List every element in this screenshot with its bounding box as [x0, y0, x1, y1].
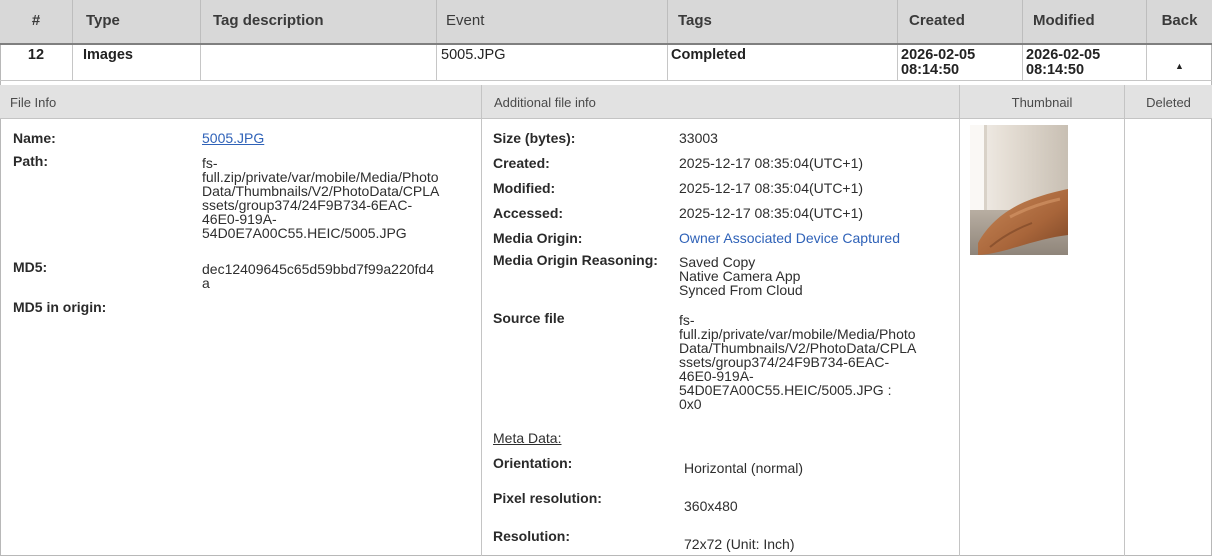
source-line: 46E0-919A- — [679, 368, 754, 384]
resolution-label: Resolution: — [493, 528, 570, 544]
meta-data-heading: Meta Data: — [493, 430, 562, 446]
md5-value: dec12409645c65d59bbd7f99a220fd4 a — [202, 262, 472, 290]
md5-line: a — [202, 275, 210, 291]
source-line: fs- — [679, 312, 695, 328]
created-label: Created: — [493, 155, 550, 171]
cell-tag-description — [201, 45, 437, 80]
col-header-modified[interactable]: Modified — [1023, 0, 1147, 44]
reasoning-line: Native Camera App — [679, 268, 801, 284]
media-origin-label: Media Origin: — [493, 230, 583, 246]
path-value: fs- full.zip/private/var/mobile/Media/Ph… — [202, 156, 472, 240]
col-header-created[interactable]: Created — [898, 0, 1023, 44]
col-header-type[interactable]: Type — [73, 0, 201, 44]
cell-modified-date: 2026-02-05 — [1026, 47, 1101, 63]
media-origin-value: Owner Associated Device Captured — [679, 230, 900, 246]
cell-tags: Completed — [668, 45, 898, 80]
source-line: full.zip/private/var/mobile/Media/Photo — [679, 326, 916, 342]
modified-label: Modified: — [493, 180, 556, 196]
pixel-resolution-value: 360x480 — [684, 498, 738, 514]
accessed-value: 2025-12-17 08:35:04(UTC+1) — [679, 205, 864, 221]
media-origin-reasoning-label: Media Origin Reasoning: — [493, 252, 658, 268]
path-line: full.zip/private/var/mobile/Media/Photo — [202, 169, 439, 185]
source-file-value: fs- full.zip/private/var/mobile/Media/Ph… — [679, 313, 954, 411]
cell-created-date: 2026-02-05 — [901, 47, 976, 63]
name-label: Name: — [13, 130, 56, 146]
cell-type: Images — [73, 45, 201, 80]
source-line: 0x0 — [679, 396, 702, 412]
path-line: ssets/group374/24F9B734-6EAC- — [202, 197, 413, 213]
col-header-event[interactable]: Event — [437, 0, 668, 44]
thumbnail-image[interactable] — [970, 125, 1068, 255]
path-line: 54D0E7A00C55.HEIC/5005.JPG — [202, 225, 407, 241]
cell-modified-time: 08:14:50 — [1026, 62, 1085, 78]
deleted-pane — [1125, 119, 1212, 556]
section-additional-info: Additional file info — [482, 85, 960, 119]
section-deleted: Deleted — [1125, 85, 1212, 119]
path-line: 46E0-919A- — [202, 211, 277, 227]
cell-modified: 2026-02-05 08:14:50 — [1023, 45, 1147, 80]
size-label: Size (bytes): — [493, 130, 576, 146]
col-header-tags[interactable]: Tags — [668, 0, 898, 44]
md5-line: dec12409645c65d59bbd7f99a220fd4 — [202, 261, 435, 277]
media-origin-reasoning-value: Saved Copy Native Camera App Synced From… — [679, 255, 803, 297]
cell-created: 2026-02-05 08:14:50 — [898, 45, 1023, 80]
source-line: 54D0E7A00C55.HEIC/5005.JPG : — [679, 382, 892, 398]
back-up-arrow-icon[interactable]: ▲ — [1147, 45, 1212, 80]
thumbnail-photo — [970, 125, 1068, 255]
orientation-value: Horizontal (normal) — [684, 460, 804, 476]
modified-value: 2025-12-17 08:35:04(UTC+1) — [679, 180, 864, 196]
section-thumbnail: Thumbnail — [960, 85, 1125, 119]
md5-origin-label: MD5 in origin: — [13, 299, 107, 315]
source-line: ssets/group374/24F9B734-6EAC- — [679, 354, 890, 370]
orientation-label: Orientation: — [493, 455, 573, 471]
path-line: fs- — [202, 155, 218, 171]
source-file-label: Source file — [493, 310, 565, 326]
reasoning-line: Synced From Cloud — [679, 282, 803, 298]
md5-label: MD5: — [13, 259, 48, 275]
col-header-tag-description[interactable]: Tag description — [201, 0, 437, 44]
reasoning-line: Saved Copy — [679, 254, 756, 270]
resolution-value: 72x72 (Unit: Inch) — [684, 536, 795, 552]
path-line: Data/Thumbnails/V2/PhotoData/CPLA — [202, 183, 440, 199]
accessed-label: Accessed: — [493, 205, 564, 221]
name-link[interactable]: 5005.JPG — [202, 131, 264, 145]
path-label: Path: — [13, 153, 48, 169]
row-divider — [0, 80, 1212, 81]
created-value: 2025-12-17 08:35:04(UTC+1) — [679, 155, 864, 171]
cell-created-time: 08:14:50 — [901, 62, 960, 78]
cell-index: 12 — [0, 45, 73, 80]
size-value: 33003 — [679, 130, 718, 146]
section-file-info: File Info — [0, 85, 482, 119]
source-line: Data/Thumbnails/V2/PhotoData/CPLA — [679, 340, 917, 356]
pixel-resolution-label: Pixel resolution: — [493, 490, 602, 506]
cell-event: 5005.JPG — [437, 45, 668, 80]
col-header-back[interactable]: Back — [1147, 0, 1212, 44]
col-header-index[interactable]: # — [0, 0, 73, 44]
